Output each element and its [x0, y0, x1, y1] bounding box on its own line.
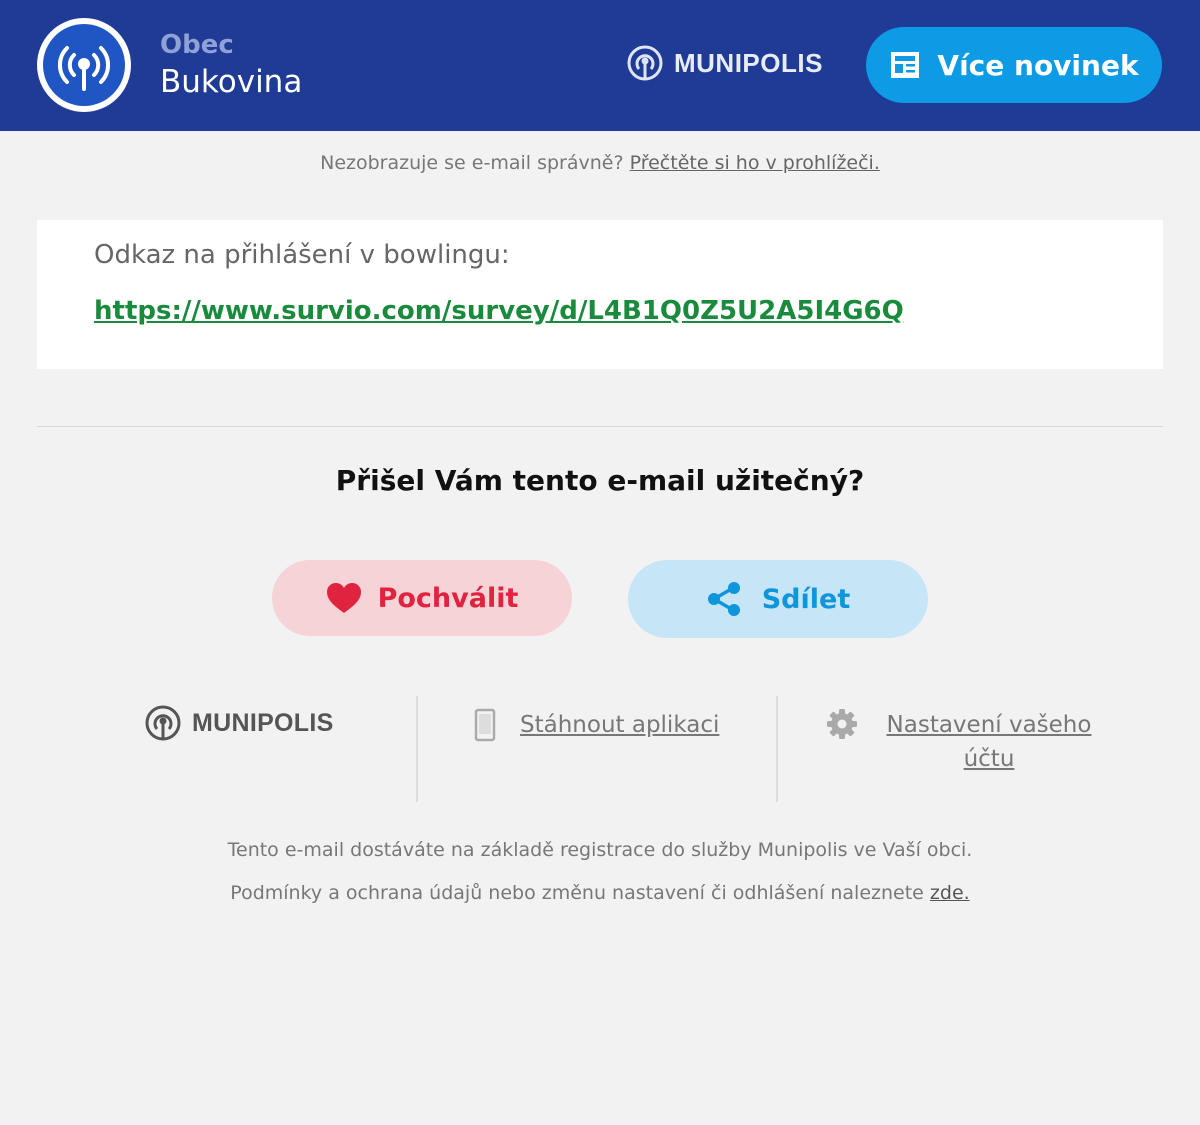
town-name: Bukovina [160, 64, 303, 100]
footer-column-divider [416, 696, 418, 802]
heart-icon [326, 583, 361, 613]
account-settings-item[interactable]: Nastavení vašeho účtu [826, 708, 1094, 776]
munipolis-signal-icon [145, 705, 181, 741]
munipolis-wordmark: MUNIPOLIS [674, 47, 823, 78]
download-app-link[interactable]: Stáhnout aplikaci [520, 712, 719, 738]
message-label: Odkaz na přihlášení v bowlingu: [94, 240, 510, 270]
gear-icon [827, 709, 857, 739]
email-header: Obec Bukovina MUNIPOLIS Více novinek [0, 0, 1200, 131]
newspaper-icon [891, 52, 920, 78]
more-news-label: Více novinek [937, 48, 1139, 82]
town-logo [37, 18, 131, 112]
smartphone-icon [474, 708, 496, 742]
registration-note: Tento e-mail dostáváte na základě regist… [227, 839, 973, 861]
browser-notice-text: Nezobrazuje se e-mail správně? [320, 152, 624, 174]
munipolis-logo[interactable]: MUNIPOLIS [626, 44, 823, 82]
share-icon [707, 582, 740, 616]
account-settings-link[interactable]: Nastavení vašeho účtu [884, 708, 1094, 776]
town-type-label: Obec [160, 30, 234, 60]
terms-note: Podmínky a ochrana údajů nebo změnu nast… [0, 882, 1200, 904]
terms-link[interactable]: zde. [930, 882, 970, 904]
footer-column-divider [776, 696, 778, 802]
share-button[interactable]: Sdílet [628, 560, 928, 638]
download-app-item[interactable]: Stáhnout aplikaci [474, 708, 719, 742]
section-divider [37, 426, 1163, 427]
footer-munipolis-wordmark: MUNIPOLIS [192, 708, 334, 737]
feedback-question: Přišel Vám tento e-mail užitečný? [335, 464, 865, 497]
munipolis-signal-icon [627, 45, 663, 81]
browser-notice: Nezobrazuje se e-mail správně? Přečtěte … [0, 152, 1200, 174]
share-label: Sdílet [761, 583, 851, 615]
broadcast-antenna-icon [57, 46, 111, 91]
message-card: Odkaz na přihlášení v bowlingu: https://… [37, 220, 1163, 369]
footer-munipolis-logo[interactable]: MUNIPOLIS [144, 704, 334, 742]
praise-button[interactable]: Pochválit [272, 560, 572, 636]
terms-note-text: Podmínky a ochrana údajů nebo změnu nast… [230, 882, 924, 904]
survey-link[interactable]: https://www.survio.com/survey/d/L4B1Q0Z5… [94, 296, 904, 326]
praise-label: Pochválit [377, 582, 519, 614]
more-news-button[interactable]: Více novinek [866, 27, 1162, 103]
view-in-browser-link[interactable]: Přečtěte si ho v prohlížeči. [630, 152, 880, 174]
